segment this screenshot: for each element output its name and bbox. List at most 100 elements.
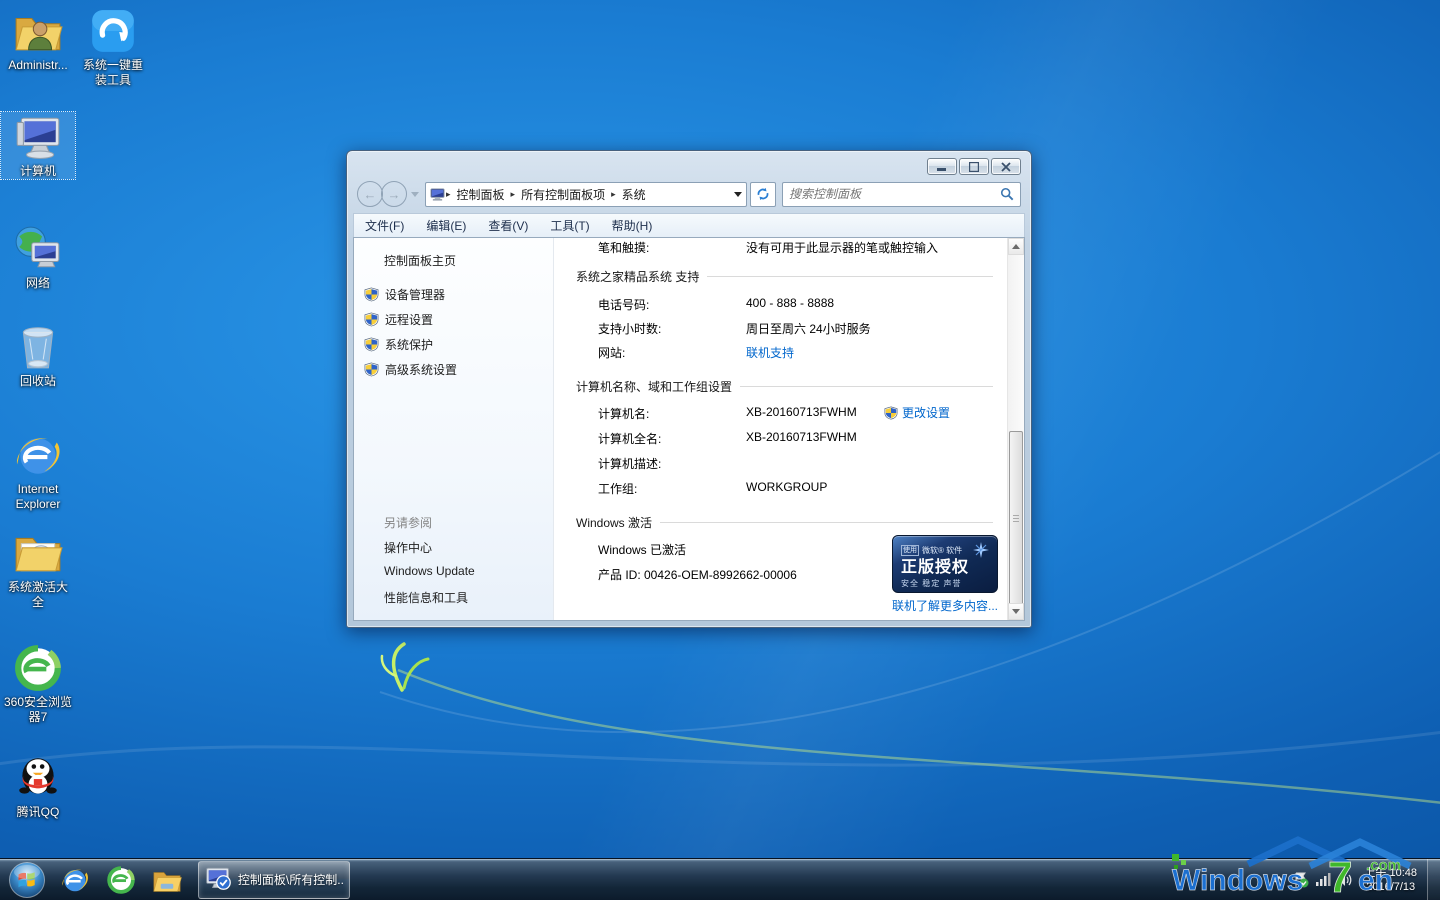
breadcrumb-system[interactable]: 系统 <box>617 186 651 203</box>
workgroup-label: 工作组: <box>598 480 637 497</box>
menu-file[interactable]: 文件(F) <box>354 215 415 237</box>
computer-icon <box>13 112 63 162</box>
desktop-icon-recycle-bin[interactable]: 回收站 <box>1 322 75 389</box>
system-info-pane: 笔和触摸: 没有可用于此显示器的笔或触控输入 系统之家精品系统 支持 电话号码:… <box>554 238 1007 620</box>
show-desktop-button[interactable] <box>1427 859 1440 900</box>
scroll-up-button[interactable] <box>1008 238 1024 255</box>
uac-shield-icon <box>364 362 379 377</box>
sidebar-see-also-heading: 另请参阅 <box>384 514 432 531</box>
scrollbar-thumb[interactable] <box>1009 431 1023 606</box>
clock-time: 上午 10:48 <box>1364 866 1417 880</box>
show-hidden-icons-button[interactable] <box>1270 871 1288 889</box>
window-content: 控制面板主页 设备管理器 远程设置 <box>353 237 1025 621</box>
scroll-up-icon <box>1012 244 1020 249</box>
close-icon <box>1001 162 1011 172</box>
learn-more-online-link[interactable]: 联机了解更多内容... <box>892 597 998 614</box>
start-button[interactable] <box>8 861 46 899</box>
360-browser-icon <box>13 643 63 693</box>
breadcrumb-all-items[interactable]: 所有控制面板项 <box>516 186 610 203</box>
taskbar-clock[interactable]: 上午 10:48 2016/7/13 <box>1358 866 1427 894</box>
taskbar-internet-explorer[interactable] <box>58 863 92 897</box>
action-center-icon[interactable] <box>1292 871 1310 889</box>
menu-view[interactable]: 查看(V) <box>477 215 539 237</box>
desktop-icon-internet-explorer[interactable]: Internet Explorer <box>1 430 75 512</box>
sidebar-windows-update[interactable]: Windows Update <box>384 564 475 578</box>
badge-top-row: 使用 微软® 软件 <box>901 542 989 558</box>
qq-penguin-icon <box>13 753 63 803</box>
sidebar-performance-tools[interactable]: 性能信息和工具 <box>384 589 468 606</box>
desktop-icon-reinstall-tool[interactable]: 系统一键重 装工具 <box>76 6 150 88</box>
sidebar-system-protection[interactable]: 系统保护 <box>364 336 433 353</box>
refresh-icon <box>756 187 770 201</box>
product-id: 产品 ID: 00426-OEM-8992662-00006 <box>598 566 797 583</box>
online-support-link[interactable]: 联机支持 <box>746 344 794 361</box>
sidebar-device-manager[interactable]: 设备管理器 <box>364 286 445 303</box>
full-name-value: XB-20160713FWHM <box>746 430 857 444</box>
sidebar-remote-settings[interactable]: 远程设置 <box>364 311 433 328</box>
menu-help[interactable]: 帮助(H) <box>601 215 664 237</box>
network-icon <box>13 224 63 274</box>
phone-value: 400 - 888 - 8888 <box>746 296 834 310</box>
volume-icon[interactable] <box>1336 871 1354 889</box>
desktop-icon-label: 系统一键重 装工具 <box>76 58 150 88</box>
minimize-button[interactable] <box>927 158 957 175</box>
desktop-icon-label: 腾讯QQ <box>1 805 75 820</box>
desktop-icon-label: 系统激活大 全 <box>1 580 75 610</box>
reinstall-tool-icon <box>88 6 138 56</box>
change-settings-link[interactable]: 更改设置 <box>884 404 950 421</box>
desktop-icon-network[interactable]: 网络 <box>1 224 75 291</box>
uac-shield-icon <box>364 312 379 327</box>
section-title: 系统之家精品系统 支持 <box>576 268 699 285</box>
recent-pages-chevron-icon[interactable] <box>411 192 419 197</box>
maximize-button[interactable] <box>959 158 989 175</box>
system-tray: 上午 10:48 2016/7/13 <box>1270 859 1440 900</box>
minimize-icon <box>937 162 947 171</box>
back-button[interactable]: ← <box>357 181 383 207</box>
uac-shield-icon <box>884 406 898 420</box>
close-button[interactable] <box>991 158 1021 175</box>
network-icon[interactable] <box>1314 871 1332 889</box>
clock-date: 2016/7/13 <box>1364 880 1417 894</box>
address-dropdown-icon[interactable] <box>734 192 742 197</box>
desktop-icon-label: 计算机 <box>1 164 75 179</box>
menu-tools[interactable]: 工具(T) <box>539 215 600 237</box>
section-title: 计算机名称、域和工作组设置 <box>576 378 732 395</box>
badge-use-label: 使用 <box>901 545 919 556</box>
navigation-bar: ← → ▸ 控制面板 ▸ 所有控制面板项 ▸ 系统 <box>357 179 1021 209</box>
desktop-icon-activation-pack[interactable]: 系统激活大 全 <box>1 528 75 610</box>
desktop-icon-label: Internet Explorer <box>1 482 75 512</box>
taskbar-windows-explorer[interactable] <box>150 863 184 897</box>
hours-label: 支持小时数: <box>598 320 661 337</box>
scroll-down-button[interactable] <box>1008 603 1024 620</box>
taskbar-active-window-button[interactable]: 控制面板\所有控制... <box>198 861 350 899</box>
search-input[interactable] <box>789 187 1000 201</box>
genuine-software-badge: 使用 微软® 软件 正版授权 安全 稳定 声誉 <box>892 535 998 593</box>
uac-shield-icon <box>364 287 379 302</box>
address-bar[interactable]: ▸ 控制面板 ▸ 所有控制面板项 ▸ 系统 <box>425 182 747 207</box>
sidebar-action-center[interactable]: 操作中心 <box>384 539 432 556</box>
task-button-label: 控制面板\所有控制... <box>238 871 343 888</box>
desktop-icon-tencent-qq[interactable]: 腾讯QQ <box>1 753 75 820</box>
internet-explorer-icon <box>13 430 63 480</box>
desktop-icon-administrator[interactable]: Administr... <box>1 6 75 73</box>
activation-section-header: Windows 激活 <box>576 514 993 531</box>
sidebar-control-panel-home[interactable]: 控制面板主页 <box>384 252 456 269</box>
desktop-icon-computer[interactable]: 计算机 <box>1 112 75 179</box>
folder-disc-icon <box>13 528 63 578</box>
sidebar-item-label: 设备管理器 <box>385 286 445 303</box>
full-name-label: 计算机全名: <box>598 430 661 447</box>
phone-label: 电话号码: <box>598 296 649 313</box>
vertical-scrollbar[interactable] <box>1007 238 1024 620</box>
pen-touch-value: 没有可用于此显示器的笔或触控输入 <box>746 239 938 256</box>
breadcrumb-control-panel[interactable]: 控制面板 <box>452 186 510 203</box>
menu-edit[interactable]: 编辑(E) <box>415 215 477 237</box>
sidebar-advanced-settings[interactable]: 高级系统设置 <box>364 361 457 378</box>
refresh-button[interactable] <box>750 182 776 207</box>
scroll-down-icon <box>1012 609 1020 614</box>
taskbar-360-browser[interactable] <box>104 863 138 897</box>
system-window-icon <box>205 867 232 893</box>
desktop-icon-360-browser[interactable]: 360安全浏览 器7 <box>1 643 75 725</box>
badge-line1: 微软® 软件 <box>922 545 962 556</box>
search-box[interactable] <box>782 182 1021 207</box>
forward-button[interactable]: → <box>381 181 407 207</box>
